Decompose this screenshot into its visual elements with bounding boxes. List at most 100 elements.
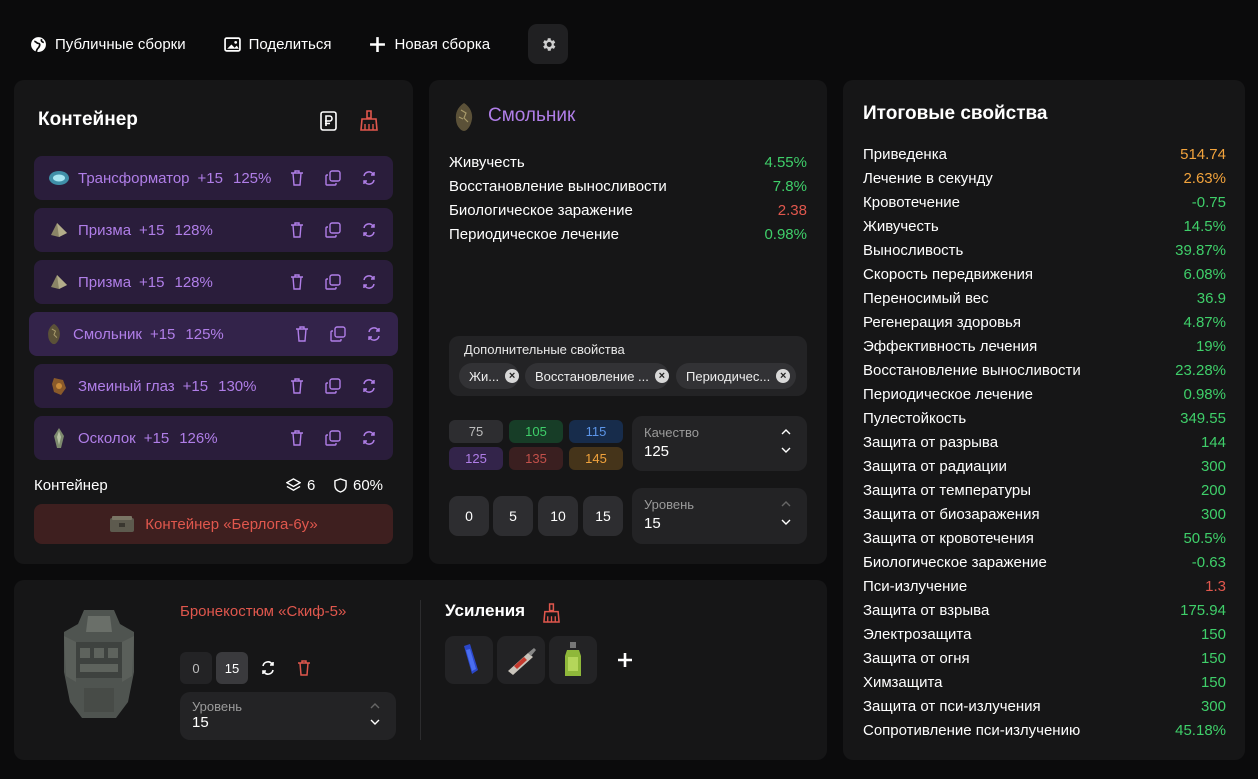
level-preset-button[interactable]: 15 <box>583 496 623 536</box>
quality-preset-button[interactable]: 105 <box>509 420 563 443</box>
artifact-icon <box>48 427 70 449</box>
artifact-slot[interactable]: Призма +15 128% <box>34 260 393 304</box>
artifact-level: +15 <box>139 273 165 291</box>
stat-row: Живучесть 4.55% <box>449 150 807 174</box>
quality-preset-button[interactable]: 135 <box>509 447 563 470</box>
total-row: Приведенка 514.74 <box>863 142 1226 166</box>
chevron-up-icon[interactable] <box>370 702 380 710</box>
stat-name: Периодическое лечение <box>449 225 619 243</box>
armor-level-value: 15 <box>192 714 209 731</box>
ruble-document-icon[interactable] <box>320 111 337 131</box>
armor-panel: Бронекостюм «Скиф-5» 0 15 Уровень 15 Уси… <box>14 580 827 760</box>
total-value: 6.08% <box>1183 265 1226 283</box>
swap-icon[interactable] <box>361 274 377 290</box>
layers-icon <box>286 478 301 491</box>
swap-icon[interactable] <box>361 378 377 394</box>
new-build-button[interactable]: Новая сборка <box>369 36 490 53</box>
copy-icon[interactable] <box>325 274 341 290</box>
copy-icon[interactable] <box>330 326 346 342</box>
total-value: 514.74 <box>1180 145 1226 163</box>
remove-chip-icon[interactable]: × <box>654 369 669 383</box>
total-row: Защита от огня 150 <box>863 646 1226 670</box>
total-name: Пулестойкость <box>863 409 967 427</box>
add-boost-icon[interactable] <box>617 652 633 668</box>
trash-icon[interactable] <box>289 430 305 446</box>
copy-icon[interactable] <box>325 170 341 186</box>
trash-icon[interactable] <box>289 170 305 186</box>
total-value: 175.94 <box>1180 601 1226 619</box>
quality-preset-button[interactable]: 115 <box>569 420 623 443</box>
artifact-snake-eye-icon <box>52 378 66 395</box>
total-row: Биологическое заражение -0.63 <box>863 550 1226 574</box>
swap-icon[interactable] <box>361 222 377 238</box>
chevron-up-icon[interactable] <box>781 428 791 436</box>
trash-icon[interactable] <box>294 326 310 342</box>
boost-slot[interactable] <box>549 636 597 684</box>
stat-value: 7.8% <box>772 177 807 195</box>
swap-icon[interactable] <box>366 326 382 342</box>
extra-chip[interactable]: Жи... × <box>459 363 519 389</box>
armor-level-button[interactable]: 0 <box>180 652 212 684</box>
boost-slot[interactable] <box>497 636 545 684</box>
level-preset-button[interactable]: 0 <box>449 496 489 536</box>
level-select[interactable]: Уровень 15 <box>632 488 807 544</box>
level-preset-button[interactable]: 5 <box>493 496 533 536</box>
level-preset-button[interactable]: 10 <box>538 496 578 536</box>
public-builds-button[interactable]: Публичные сборки <box>30 36 186 53</box>
artifact-slot[interactable]: Призма +15 128% <box>34 208 393 252</box>
total-value: 349.55 <box>1180 409 1226 427</box>
total-name: Переносимый вес <box>863 289 989 307</box>
clear-brush-icon[interactable] <box>543 603 560 623</box>
extra-chip-label: Периодичес... <box>686 368 771 384</box>
copy-icon[interactable] <box>325 222 341 238</box>
armor-level-select[interactable]: Уровень 15 <box>180 692 396 740</box>
trash-icon[interactable] <box>289 222 305 238</box>
total-name: Кровотечение <box>863 193 960 211</box>
stat-name: Восстановление выносливости <box>449 177 667 195</box>
artifact-slot[interactable]: Змеиный глаз +15 130% <box>34 364 393 408</box>
quality-stepper[interactable] <box>781 428 791 454</box>
chevron-down-icon[interactable] <box>370 718 380 726</box>
share-button[interactable]: Поделиться <box>223 36 331 53</box>
artifact-prism-icon <box>51 275 67 289</box>
artifact-stats: Живучесть 4.55% Восстановление выносливост… <box>449 150 807 246</box>
swap-icon[interactable] <box>361 170 377 186</box>
boost-slot[interactable] <box>445 636 493 684</box>
quality-preset-button[interactable]: 75 <box>449 420 503 443</box>
chevron-up-icon[interactable] <box>781 500 791 508</box>
trash-icon[interactable] <box>297 660 311 676</box>
artifact-slot[interactable]: Смольник +15 125% <box>29 312 398 356</box>
armor-name[interactable]: Бронекостюм «Скиф-5» <box>180 603 346 620</box>
quality-select[interactable]: Качество 125 <box>632 416 807 471</box>
swap-icon[interactable] <box>361 430 377 446</box>
artifact-slot[interactable]: Осколок +15 126% <box>34 416 393 460</box>
copy-icon[interactable] <box>325 378 341 394</box>
chevron-down-icon[interactable] <box>781 446 791 454</box>
quality-preset-button[interactable]: 125 <box>449 447 503 470</box>
container-box-icon <box>110 516 135 532</box>
container-select-button[interactable]: Контейнер «Берлога-6у» <box>34 504 393 544</box>
settings-button[interactable] <box>528 24 569 64</box>
totals-list: Приведенка 514.74 Лечение в секунду 2.63% Кр… <box>863 142 1226 742</box>
total-name: Скорость передвижения <box>863 265 1034 283</box>
artifact-icon <box>48 375 70 397</box>
swap-icon[interactable] <box>260 660 276 676</box>
remove-chip-icon[interactable]: × <box>776 369 791 383</box>
copy-icon[interactable] <box>325 430 341 446</box>
artifact-slot[interactable]: Трансформатор +15 125% <box>34 156 393 200</box>
extra-chip[interactable]: Периодичес... × <box>676 363 796 389</box>
quality-preset-button[interactable]: 145 <box>569 447 623 470</box>
level-stepper[interactable] <box>781 500 791 526</box>
stat-value: 0.98% <box>764 225 807 243</box>
armor-level-button[interactable]: 15 <box>216 652 248 684</box>
total-value: 45.18% <box>1175 721 1226 739</box>
trash-icon[interactable] <box>289 274 305 290</box>
artifact-level: +15 <box>143 429 170 447</box>
trash-icon[interactable] <box>289 378 305 394</box>
remove-chip-icon[interactable]: × <box>505 369 519 383</box>
clear-brush-icon[interactable] <box>360 110 378 131</box>
chevron-down-icon[interactable] <box>781 518 791 526</box>
armor-level-stepper[interactable] <box>370 702 380 726</box>
extra-chip[interactable]: Восстановление ... × <box>525 363 669 389</box>
quality-label: Качество <box>644 425 699 440</box>
